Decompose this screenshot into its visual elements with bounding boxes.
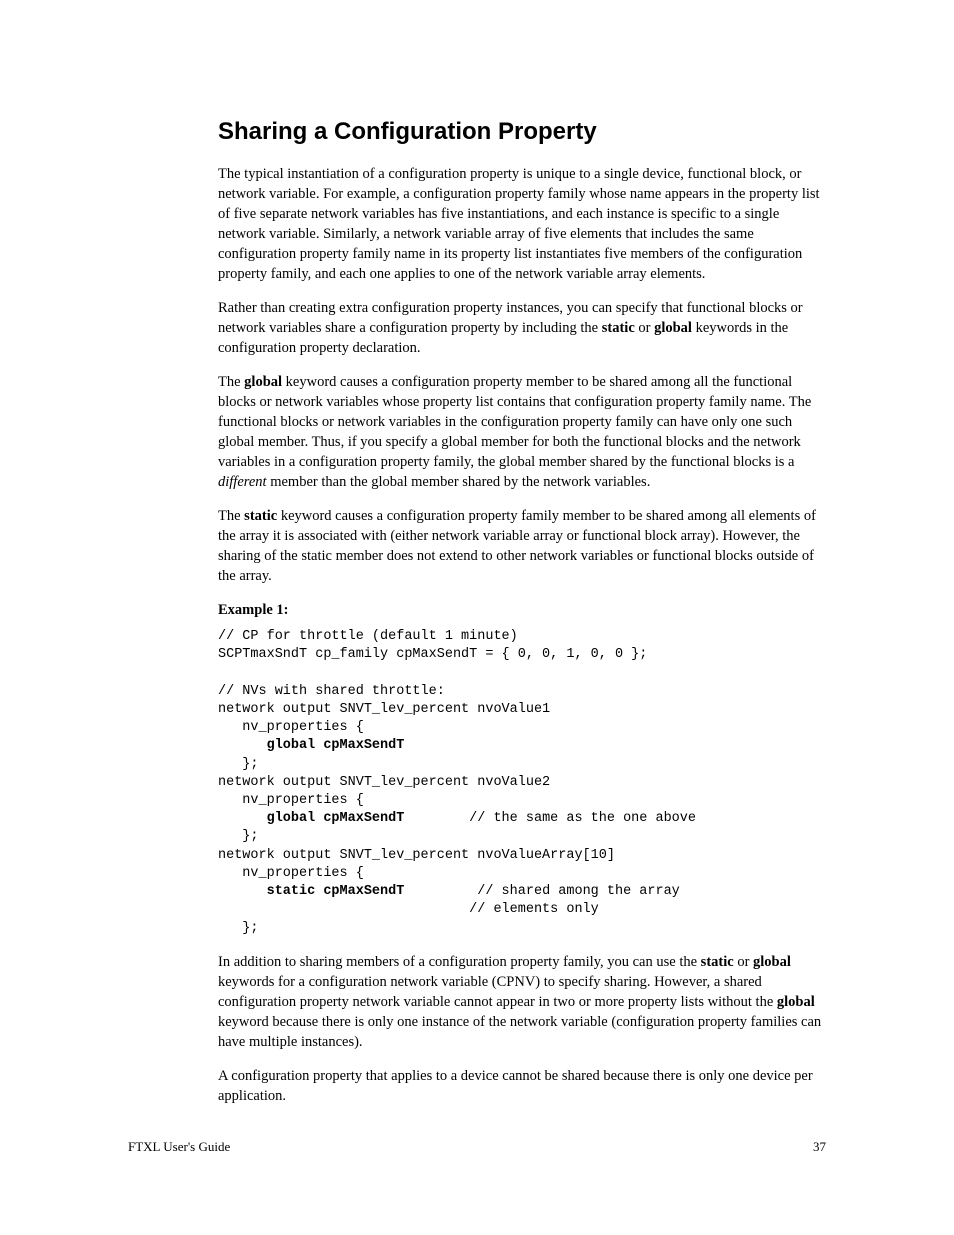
keyword: global: [244, 374, 282, 390]
page-footer: FTXL User's Guide 37: [128, 1139, 826, 1155]
text-run: The: [218, 374, 244, 390]
code-line: };: [218, 829, 259, 844]
code-keyword: global cpMaxSendT: [267, 811, 405, 826]
keyword: static: [701, 954, 734, 970]
code-indent: [218, 738, 267, 753]
code-indent: [218, 811, 267, 826]
keyword: global: [777, 994, 815, 1010]
code-line: };: [218, 757, 259, 772]
text-run: The: [218, 508, 244, 524]
example-label-text: Example 1: [218, 602, 284, 618]
body-paragraph: Rather than creating extra configuration…: [218, 298, 828, 358]
code-block: // CP for throttle (default 1 minute) SC…: [218, 628, 828, 938]
code-line: nv_properties {: [218, 866, 364, 881]
code-line: network output SNVT_lev_percent nvoValue…: [218, 775, 550, 790]
body-paragraph: A configuration property that applies to…: [218, 1066, 828, 1106]
text-run: In addition to sharing members of a conf…: [218, 954, 701, 970]
code-comment: // shared among the array: [404, 884, 679, 899]
code-line: SCPTmaxSndT cp_family cpMaxSendT = { 0, …: [218, 647, 647, 662]
code-line: // NVs with shared throttle:: [218, 684, 445, 699]
page-content: Sharing a Configuration Property The typ…: [0, 0, 954, 1106]
code-line: network output SNVT_lev_percent nvoValue…: [218, 848, 615, 863]
example-label: Example 1:: [218, 600, 828, 620]
section-heading: Sharing a Configuration Property: [218, 118, 828, 146]
code-keyword: global cpMaxSendT: [267, 738, 405, 753]
code-line: network output SNVT_lev_percent nvoValue…: [218, 702, 550, 717]
text-run: member than the global member shared by …: [267, 474, 651, 490]
code-line: };: [218, 921, 259, 936]
body-paragraph: In addition to sharing members of a conf…: [218, 952, 828, 1052]
footer-page-number: 37: [813, 1139, 826, 1155]
keyword: global: [753, 954, 791, 970]
code-line: // elements only: [218, 902, 599, 917]
text-run: or: [635, 320, 654, 336]
text-run: keyword causes a configuration property …: [218, 374, 811, 470]
code-line: nv_properties {: [218, 720, 364, 735]
text-run: or: [734, 954, 753, 970]
keyword: static: [602, 320, 635, 336]
body-paragraph: The typical instantiation of a configura…: [218, 164, 828, 284]
code-comment: // the same as the one above: [404, 811, 696, 826]
emphasis: different: [218, 474, 267, 490]
keyword: global: [654, 320, 692, 336]
body-paragraph: The global keyword causes a configuratio…: [218, 372, 828, 492]
footer-doc-title: FTXL User's Guide: [128, 1139, 230, 1155]
code-indent: [218, 884, 267, 899]
keyword: static: [244, 508, 277, 524]
text-run: keyword causes a configuration property …: [218, 508, 816, 584]
text-run: keywords for a configuration network var…: [218, 974, 777, 1010]
body-paragraph: The static keyword causes a configuratio…: [218, 506, 828, 586]
text-run: keyword because there is only one instan…: [218, 1014, 821, 1050]
code-keyword: static cpMaxSendT: [267, 884, 405, 899]
code-line: nv_properties {: [218, 793, 364, 808]
code-line: // CP for throttle (default 1 minute): [218, 629, 518, 644]
